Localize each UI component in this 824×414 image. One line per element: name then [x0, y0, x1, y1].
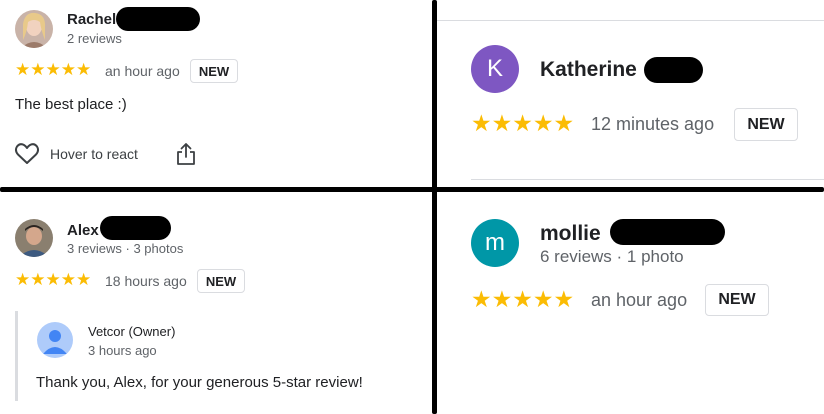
owner-avatar[interactable]	[37, 322, 73, 358]
reviewer-avatar[interactable]: m	[471, 219, 519, 267]
new-badge: NEW	[734, 108, 798, 141]
review-card-alex: Alex 3 reviews · 3 photos ★★★★★ 18 hours…	[0, 192, 433, 414]
review-time: 18 hours ago	[105, 273, 187, 289]
reviewer-meta: 6 reviews · 1 photo	[540, 247, 684, 266]
redaction-mark	[100, 216, 171, 240]
review-card-rachel: Rachel 2 reviews ★★★★★ an hour ago NEW T…	[0, 0, 433, 188]
new-badge: NEW	[190, 59, 238, 83]
review-time: 12 minutes ago	[591, 114, 715, 134]
new-badge: NEW	[705, 284, 769, 316]
review-card-mollie: m mollie 6 reviews · 1 photo ★★★★★ an ho…	[437, 192, 824, 414]
review-time: an hour ago	[591, 290, 688, 310]
vertical-divider	[432, 0, 437, 414]
star-rating: ★★★★★	[471, 110, 575, 136]
divider-line	[437, 20, 824, 21]
review-card-katherine: K Katherine ★★★★★ 12 minutes ago NEW	[437, 0, 824, 188]
reviewer-avatar[interactable]: K	[471, 45, 519, 93]
owner-reply-time: 3 hours ago	[88, 343, 157, 358]
share-icon[interactable]	[176, 142, 196, 166]
star-rating: ★★★★★	[15, 60, 92, 79]
divider-line	[471, 179, 824, 180]
heart-icon[interactable]	[14, 142, 40, 166]
reviewer-avatar[interactable]	[15, 10, 53, 48]
horizontal-divider	[0, 187, 824, 192]
owner-reply-text: Thank you, Alex, for your generous 5-sta…	[36, 374, 363, 391]
reviewer-meta: 2 reviews	[67, 31, 122, 46]
review-time: an hour ago	[105, 63, 180, 79]
redaction-mark	[610, 219, 725, 245]
reviewer-name[interactable]: mollie	[540, 222, 601, 246]
reviewer-avatar[interactable]	[15, 219, 53, 257]
redaction-mark	[116, 7, 200, 31]
reviewer-name[interactable]: Alex	[67, 222, 99, 239]
reviewer-name[interactable]: Rachel	[67, 11, 116, 28]
react-label[interactable]: Hover to react	[50, 146, 138, 162]
star-rating: ★★★★★	[15, 270, 92, 289]
reviewer-meta: 3 reviews · 3 photos	[67, 241, 184, 256]
owner-name: Vetcor (Owner)	[88, 324, 176, 339]
star-rating: ★★★★★	[471, 286, 575, 312]
reviewer-name[interactable]: Katherine	[540, 58, 637, 82]
owner-reply-bar	[15, 311, 18, 401]
redaction-mark	[644, 57, 703, 83]
review-text: The best place :)	[15, 96, 127, 113]
new-badge: NEW	[197, 269, 245, 293]
